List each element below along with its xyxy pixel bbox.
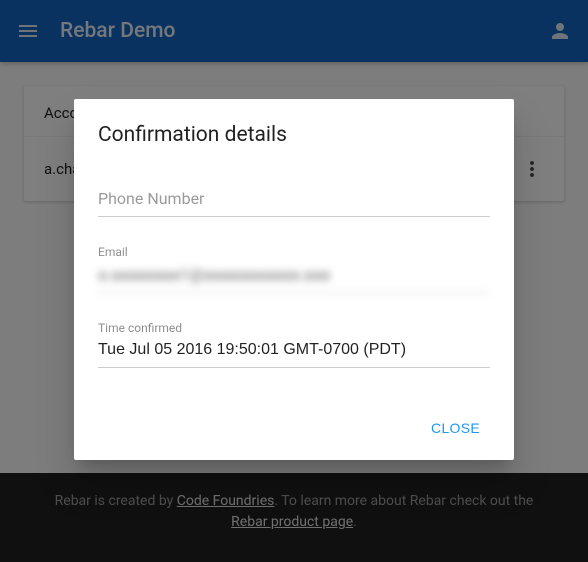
phone-label: Phone Number: [98, 189, 490, 216]
time-input[interactable]: [98, 339, 490, 368]
dialog-actions: CLOSE: [98, 412, 490, 448]
email-label: Email: [98, 245, 490, 259]
close-button[interactable]: CLOSE: [421, 412, 490, 444]
phone-field: Phone Number: [98, 189, 490, 217]
email-value: a.aaaaaaaa1@aaaaaaaaaaa.aaa: [98, 263, 490, 293]
time-label: Time confirmed: [98, 321, 490, 335]
email-field: Email a.aaaaaaaa1@aaaaaaaaaaa.aaa: [98, 245, 490, 293]
time-field: Time confirmed: [98, 321, 490, 368]
confirmation-dialog: Confirmation details Phone Number Email …: [74, 99, 514, 460]
dialog-title: Confirmation details: [98, 123, 490, 147]
